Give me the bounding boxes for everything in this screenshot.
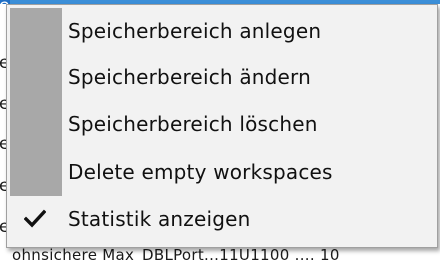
background-list-row[interactable]: ohnsichere Max_DBLPort...11U1100 .... 10 [12, 246, 340, 260]
menu-item-label: Speicherbereich löschen [68, 112, 318, 136]
menu-item-label: Speicherbereich ändern [68, 65, 312, 89]
menu-item-label: Delete empty workspaces [68, 160, 333, 184]
screen: e e e e e e ohnsichere Max_DBLPort...11U… [0, 0, 440, 260]
menu-item-delete-storage-area[interactable]: Speicherbereich löschen [7, 101, 437, 147]
context-menu: Speicherbereich anlegen Speicherbereich … [6, 4, 438, 248]
menu-item-show-statistics[interactable]: Statistik anzeigen [7, 196, 437, 242]
menu-item-delete-empty-workspaces[interactable]: Delete empty workspaces [7, 149, 437, 195]
checkmark-icon [7, 196, 63, 242]
menu-item-check-slot [7, 149, 63, 195]
menu-item-check-slot [7, 101, 63, 147]
menu-item-check-slot [7, 8, 63, 54]
menu-item-edit-storage-area[interactable]: Speicherbereich ändern [7, 54, 437, 100]
menu-item-create-storage-area[interactable]: Speicherbereich anlegen [7, 8, 437, 54]
menu-item-check-slot [7, 54, 63, 100]
menu-item-label: Statistik anzeigen [68, 207, 251, 231]
menu-item-label: Speicherbereich anlegen [68, 19, 322, 43]
